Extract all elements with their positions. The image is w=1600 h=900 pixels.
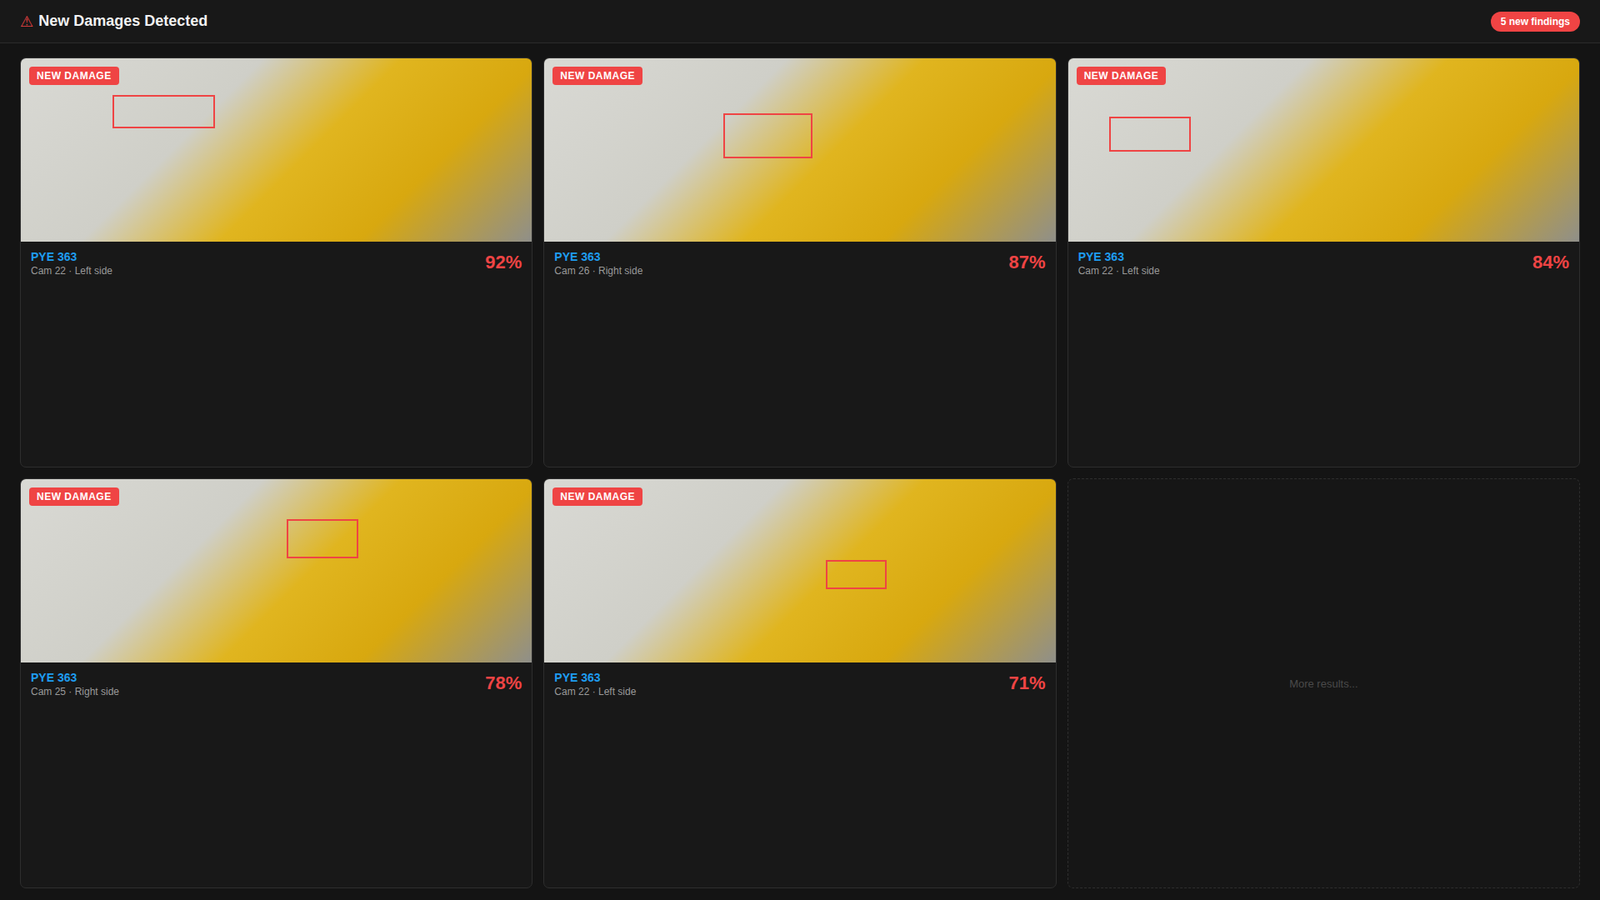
plate-number: PYE 363 <box>1078 250 1160 264</box>
finding-card[interactable]: NEW DAMAGE PYE 363 Cam 22 · Left side 84… <box>1067 57 1580 468</box>
damage-region <box>723 113 813 159</box>
camera-label: Cam 22 · Left side <box>1078 265 1160 277</box>
warning-icon: ⚠ <box>20 12 34 31</box>
finding-card[interactable]: NEW DAMAGE PYE 363 Cam 25 · Right side 7… <box>20 478 533 889</box>
finding-card[interactable]: NEW DAMAGE PYE 363 Cam 22 · Left side 92… <box>20 57 533 468</box>
finding-card[interactable]: NEW DAMAGE PYE 363 Cam 26 · Right side 8… <box>543 57 1056 468</box>
new-damage-badge: NEW DAMAGE <box>1076 66 1167 85</box>
plate-number: PYE 363 <box>30 250 113 264</box>
camera-label: Cam 25 · Right side <box>30 685 120 698</box>
confidence-score: 87% <box>1009 251 1046 274</box>
camera-label: Cam 22 · Left side <box>554 685 636 698</box>
finding-info: PYE 363 Cam 22 · Left side 92% <box>20 241 532 285</box>
confidence-score: 78% <box>485 672 522 695</box>
camera-snapshot: NEW DAMAGE <box>20 479 532 663</box>
new-damage-badge: NEW DAMAGE <box>552 66 643 85</box>
damage-region <box>825 560 888 590</box>
finding-info: PYE 363 Cam 22 · Left side 71% <box>544 662 1055 706</box>
finding-card[interactable]: NEW DAMAGE PYE 363 Cam 22 · Left side 71… <box>543 478 1056 889</box>
confidence-score: 92% <box>485 251 522 274</box>
plate-number: PYE 363 <box>554 250 643 264</box>
camera-snapshot: NEW DAMAGE <box>544 479 1055 663</box>
camera-label: Cam 26 · Right side <box>554 265 643 277</box>
header: ⚠ New Damages Detected 5 new findings <box>0 0 1600 44</box>
page: ⚠ New Damages Detected 5 new findings NE… <box>0 0 1600 900</box>
camera-snapshot: NEW DAMAGE <box>544 58 1055 242</box>
confidence-score: 84% <box>1532 251 1570 274</box>
plate-number: PYE 363 <box>554 670 636 685</box>
confidence-score: 71% <box>1009 672 1046 695</box>
finding-info: PYE 363 Cam 26 · Right side 87% <box>544 241 1055 285</box>
new-damage-badge: NEW DAMAGE <box>552 487 643 506</box>
damage-region <box>286 519 359 558</box>
finding-info: PYE 363 Cam 25 · Right side 78% <box>20 662 532 706</box>
camera-snapshot: NEW DAMAGE <box>20 58 532 242</box>
new-damage-badge: NEW DAMAGE <box>29 66 120 85</box>
findings-count-badge: 5 new findings <box>1490 11 1580 32</box>
damage-region <box>112 95 215 129</box>
page-title: ⚠ New Damages Detected <box>20 12 208 31</box>
more-results-card[interactable]: More results... <box>1067 478 1580 889</box>
camera-snapshot: NEW DAMAGE <box>1068 58 1580 242</box>
plate-number: PYE 363 <box>30 670 120 685</box>
damage-region <box>1109 116 1191 152</box>
findings-grid: NEW DAMAGE PYE 363 Cam 22 · Left side 92… <box>0 43 1600 900</box>
camera-label: Cam 22 · Left side <box>30 265 113 277</box>
finding-info: PYE 363 Cam 22 · Left side 84% <box>1068 241 1580 285</box>
new-damage-badge: NEW DAMAGE <box>29 487 120 506</box>
more-results-label: More results... <box>1289 677 1358 690</box>
